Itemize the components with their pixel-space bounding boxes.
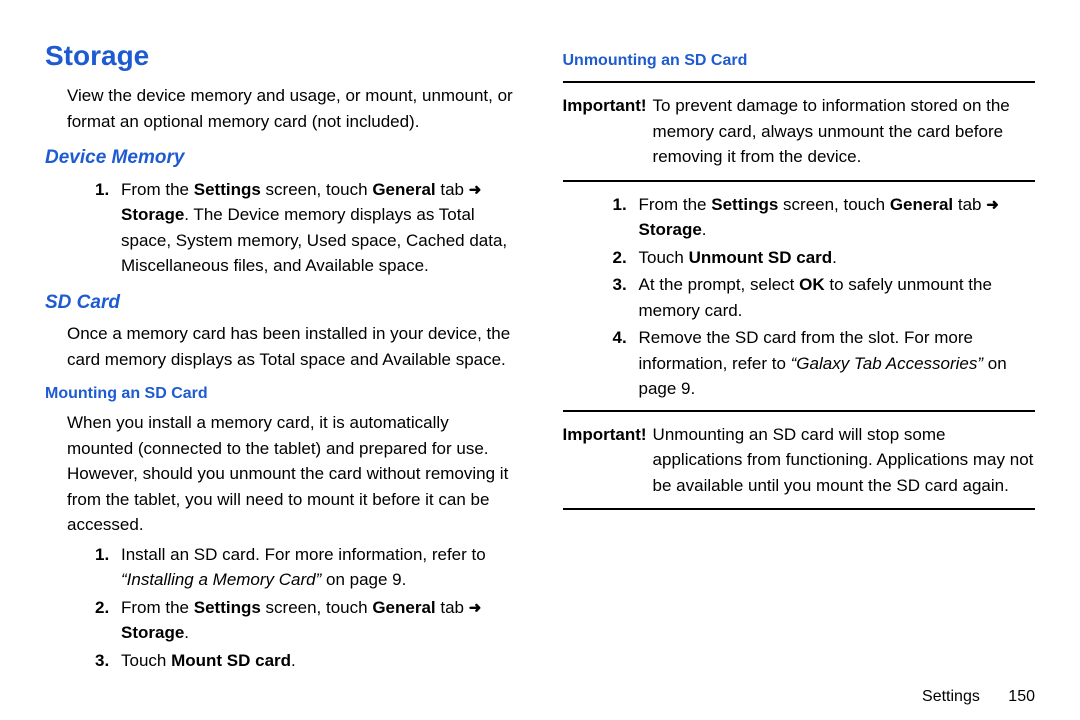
bold-mount-sd: Mount SD card (171, 651, 291, 670)
text: screen, touch (261, 598, 373, 617)
mounting-heading: Mounting an SD Card (45, 382, 518, 406)
important-label: Important! (563, 422, 647, 499)
intro-paragraph: View the device memory and usage, or mou… (67, 83, 518, 134)
bold-storage: Storage (121, 623, 184, 642)
mounting-step-3: Touch Mount SD card. (95, 648, 518, 674)
mounting-paragraph: When you install a memory card, it is au… (67, 410, 518, 538)
right-column: Unmounting an SD Card Important! To prev… (563, 35, 1036, 675)
bold-general: General (890, 195, 953, 214)
unmounting-steps: From the Settings screen, touch General … (613, 192, 1036, 402)
footer-section: Settings (922, 688, 980, 705)
device-memory-step-1: From the Settings screen, touch General … (95, 177, 518, 279)
sd-card-heading: SD Card (45, 289, 518, 318)
arrow-icon: ➜ (469, 181, 482, 198)
page-footer: Settings 150 (45, 675, 1035, 709)
text: on page 9. (321, 570, 406, 589)
important-label: Important! (563, 93, 647, 170)
unmounting-step-4: Remove the SD card from the slot. For mo… (613, 325, 1036, 402)
text: From the (121, 180, 194, 199)
mounting-step-1: Install an SD card. For more information… (95, 542, 518, 593)
text: Touch (639, 248, 689, 267)
arrow-icon: ➜ (986, 196, 999, 213)
text: Install an SD card. For more information… (121, 545, 486, 564)
bold-ok: OK (799, 275, 825, 294)
reference-link: “Galaxy Tab Accessories” (791, 354, 983, 373)
important-box-2: Important! Unmounting an SD card will st… (563, 410, 1036, 511)
text: . (184, 623, 189, 642)
reference-link: “Installing a Memory Card” (121, 570, 321, 589)
mounting-steps: Install an SD card. For more information… (95, 542, 518, 674)
arrow-icon: ➜ (469, 599, 482, 616)
important-box-1: Important! To prevent damage to informat… (563, 81, 1036, 182)
sd-card-paragraph: Once a memory card has been installed in… (67, 321, 518, 372)
unmounting-step-2: Touch Unmount SD card. (613, 245, 1036, 271)
unmounting-step-1: From the Settings screen, touch General … (613, 192, 1036, 243)
text: screen, touch (261, 180, 373, 199)
bold-general: General (372, 598, 435, 617)
unmounting-step-3: At the prompt, select OK to safely unmou… (613, 272, 1036, 323)
bold-settings: Settings (194, 598, 261, 617)
text: Touch (121, 651, 171, 670)
text: tab (953, 195, 986, 214)
page-number: 150 (1008, 688, 1035, 705)
bold-settings: Settings (711, 195, 778, 214)
important-text: To prevent damage to information stored … (653, 93, 1035, 170)
content-columns: Storage View the device memory and usage… (45, 35, 1035, 675)
text: From the (639, 195, 712, 214)
text: . (832, 248, 837, 267)
bold-general: General (372, 180, 435, 199)
text: . (291, 651, 296, 670)
text: At the prompt, select (639, 275, 800, 294)
text: From the (121, 598, 194, 617)
bold-storage: Storage (121, 205, 184, 224)
important-text: Unmounting an SD card will stop some app… (653, 422, 1035, 499)
text: . (702, 220, 707, 239)
page-title: Storage (45, 35, 518, 77)
bold-unmount-sd: Unmount SD card (689, 248, 833, 267)
device-memory-steps: From the Settings screen, touch General … (95, 177, 518, 279)
device-memory-heading: Device Memory (45, 144, 518, 173)
text: tab (436, 180, 469, 199)
left-column: Storage View the device memory and usage… (45, 35, 518, 675)
text: screen, touch (778, 195, 890, 214)
bold-storage: Storage (639, 220, 702, 239)
bold-settings: Settings (194, 180, 261, 199)
unmounting-heading: Unmounting an SD Card (563, 49, 1036, 73)
text: tab (436, 598, 469, 617)
mounting-step-2: From the Settings screen, touch General … (95, 595, 518, 646)
